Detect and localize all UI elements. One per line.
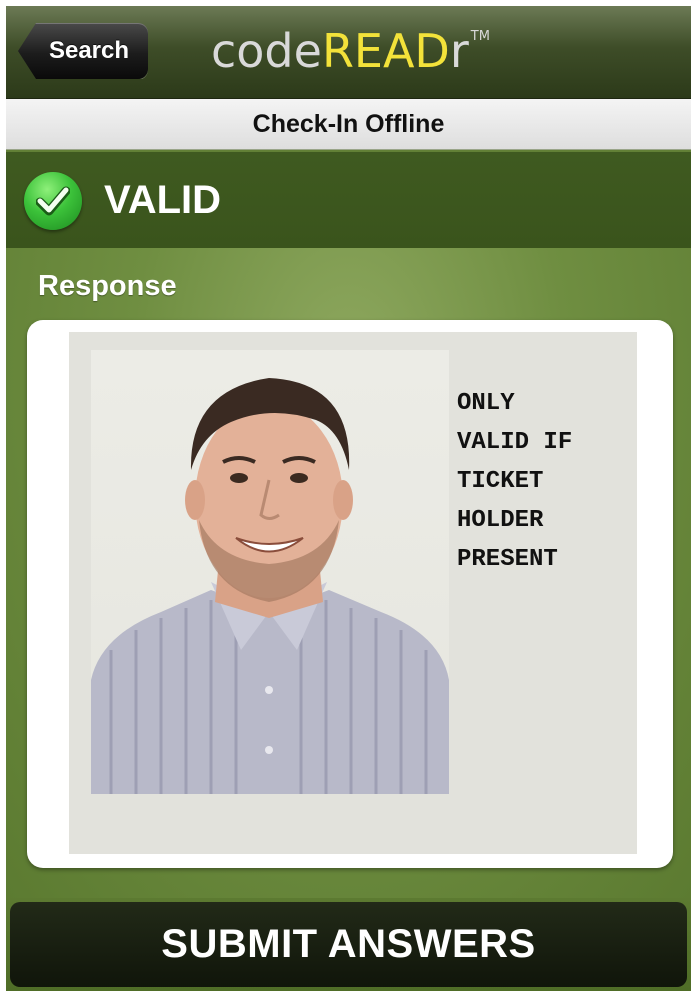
subtitle-bar: Check-In Offline [6,99,691,150]
logo-trademark: TM [470,29,490,44]
ticket-image: ONLY VALID IF TICKET HOLDER PRESENT [69,332,637,854]
back-search-button[interactable]: Search [18,23,148,79]
check-circle-icon [24,172,82,230]
ticket-note-text: ONLY VALID IF TICKET HOLDER PRESENT [457,390,573,573]
ticket-holder-photo [91,350,449,794]
page-subtitle: Check-In Offline [252,109,445,138]
logo-text-code: code [211,24,322,78]
submit-answers-button[interactable]: SUBMIT ANSWERS [10,902,687,987]
logo-text-read: READ [321,24,450,78]
response-label: Response [38,270,177,302]
navigation-bar: Search codeREADr TM [6,6,691,99]
logo-text-r: r [449,24,469,78]
scan-status-row: VALID [6,152,691,248]
back-button-label: Search [48,37,130,64]
submit-bar: SUBMIT ANSWERS [6,898,691,991]
submit-button-label: SUBMIT ANSWERS [161,922,536,966]
response-card: ONLY VALID IF TICKET HOLDER PRESENT [27,320,673,868]
status-text: VALID [104,178,222,222]
app-logo: codeREADr TM [211,28,490,74]
app-screen: Search codeREADr TM Check-In Offline VALI… [6,6,691,991]
